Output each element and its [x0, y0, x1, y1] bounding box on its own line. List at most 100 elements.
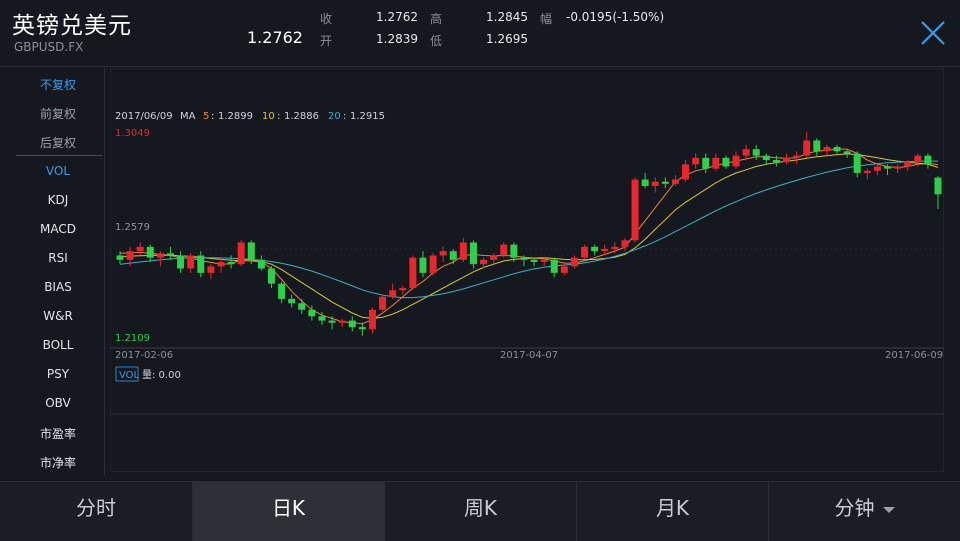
candle-body: [671, 179, 679, 184]
instrument-title: 英镑兑美元: [12, 13, 132, 39]
sidebar-item-wr[interactable]: W&R: [12, 309, 104, 323]
candle-body: [732, 155, 740, 167]
candle-body: [409, 257, 417, 289]
open-value: 1.2839: [376, 32, 418, 46]
candle-body: [166, 253, 174, 256]
quote-header: 英镑兑美元 GBPUSD.FX 1.2762 收 1.2762 开 1.2839…: [0, 0, 960, 67]
sidebar-item-backward-adjust[interactable]: 后复权: [12, 134, 104, 151]
candle-body: [752, 149, 760, 156]
legend-ma10-value: 1.2886: [284, 111, 319, 122]
y-mid-label: 1.2579: [115, 222, 150, 233]
candle-body: [126, 251, 134, 260]
sidebar-item-rsi[interactable]: RSI: [12, 251, 104, 265]
candle-body: [207, 266, 215, 273]
low-label: 低: [430, 34, 443, 48]
candle-body: [873, 166, 881, 171]
close-value: 1.2762: [376, 10, 418, 24]
candle-body: [308, 309, 316, 317]
candle-body: [227, 261, 235, 265]
candle-body: [368, 309, 376, 330]
candle-body: [449, 251, 457, 260]
candle-body: [833, 146, 841, 152]
sidebar-item-vol[interactable]: VOL: [12, 164, 104, 178]
candle-body: [641, 179, 649, 187]
sidebar-item-obv[interactable]: OBV: [12, 396, 104, 410]
candle-body: [783, 157, 791, 163]
sidebar-item-pe[interactable]: 市盈率: [12, 425, 104, 442]
tab-intraday[interactable]: 分时: [0, 482, 193, 541]
candle-body: [500, 244, 508, 256]
last-price: 1.2762: [247, 28, 303, 47]
candle-body: [510, 244, 518, 258]
candle-body: [894, 166, 902, 169]
instrument-code: GBPUSD.FX: [14, 40, 84, 54]
candle-body: [611, 246, 619, 249]
tab-minute[interactable]: 分钟: [769, 482, 960, 541]
candle-body: [692, 157, 700, 165]
legend-sep-2: :: [277, 111, 280, 122]
candle-body: [813, 140, 821, 152]
candle-body: [661, 181, 669, 184]
chevron-down-icon: [882, 506, 895, 513]
candle-body: [278, 283, 286, 299]
candle-body: [712, 157, 720, 169]
candle-body: [116, 255, 124, 260]
candle-body: [540, 259, 548, 262]
candle-body: [328, 320, 336, 323]
sidebar-item-bias[interactable]: BIAS: [12, 280, 104, 294]
candle-body: [823, 146, 831, 152]
candle-body: [379, 296, 387, 310]
candlestick-chart[interactable]: 2017/06/09 MA 5 : 1.2899 10 : 1.2886 20 …: [110, 68, 944, 472]
candle-body: [237, 242, 245, 265]
candle-body: [530, 259, 538, 262]
candle-body: [793, 155, 801, 158]
candle-body: [187, 255, 195, 269]
sidebar-item-boll[interactable]: BOLL: [12, 338, 104, 352]
candle-body: [469, 242, 477, 265]
candle-body: [621, 240, 629, 247]
sidebar-item-macd[interactable]: MACD: [12, 222, 104, 236]
candle-body: [177, 255, 185, 269]
candle-body: [267, 268, 275, 284]
candle-body: [934, 177, 942, 195]
candle-body: [651, 181, 659, 187]
legend-date: 2017/06/09: [115, 111, 173, 122]
indicator-sidebar: 不复权 前复权 后复权 VOL KDJ MACD RSI BIAS W&R BO…: [12, 68, 105, 476]
sidebar-item-forward-adjust[interactable]: 前复权: [12, 105, 104, 122]
sidebar-item-pb[interactable]: 市净率: [12, 454, 104, 471]
candle-body: [550, 259, 558, 273]
sidebar-item-psy[interactable]: PSY: [12, 367, 104, 381]
candle-body: [601, 248, 609, 252]
legend-ma20-key: 20: [328, 111, 341, 122]
candle-body: [419, 257, 427, 273]
candle-body: [136, 246, 144, 252]
sidebar-item-no-adjust[interactable]: 不复权: [12, 76, 104, 93]
legend-ma20-value: 1.2915: [350, 111, 385, 122]
legend-sep-1: :: [211, 111, 214, 122]
legend-ma10-key: 10: [262, 111, 275, 122]
candle-body: [358, 327, 366, 330]
candle-body: [742, 149, 750, 156]
high-label: 高: [430, 12, 443, 26]
tab-minute-label: 分钟: [834, 496, 875, 520]
vol-tag[interactable]: VOL: [119, 370, 140, 381]
legend-ma5-key: 5: [203, 111, 209, 122]
candle-body: [146, 246, 154, 258]
tab-daily-k[interactable]: 日K: [193, 482, 385, 541]
tab-daily-k-label: 日K: [271, 496, 306, 520]
candle-body: [288, 298, 296, 304]
tab-intraday-label: 分时: [76, 496, 116, 520]
low-value: 1.2695: [486, 32, 528, 46]
candle-body: [439, 251, 447, 256]
tab-monthly-k-label: 月K: [655, 496, 690, 520]
close-icon[interactable]: [918, 18, 948, 48]
tab-monthly-k[interactable]: 月K: [577, 482, 769, 541]
candle-body: [803, 140, 811, 156]
candle-body: [348, 320, 356, 328]
candle-body: [459, 242, 467, 260]
sidebar-item-kdj[interactable]: KDJ: [12, 193, 104, 207]
candle-body: [631, 179, 639, 241]
candle-body: [429, 255, 437, 273]
tab-weekly-k[interactable]: 周K: [385, 482, 577, 541]
candle-body: [843, 151, 851, 154]
